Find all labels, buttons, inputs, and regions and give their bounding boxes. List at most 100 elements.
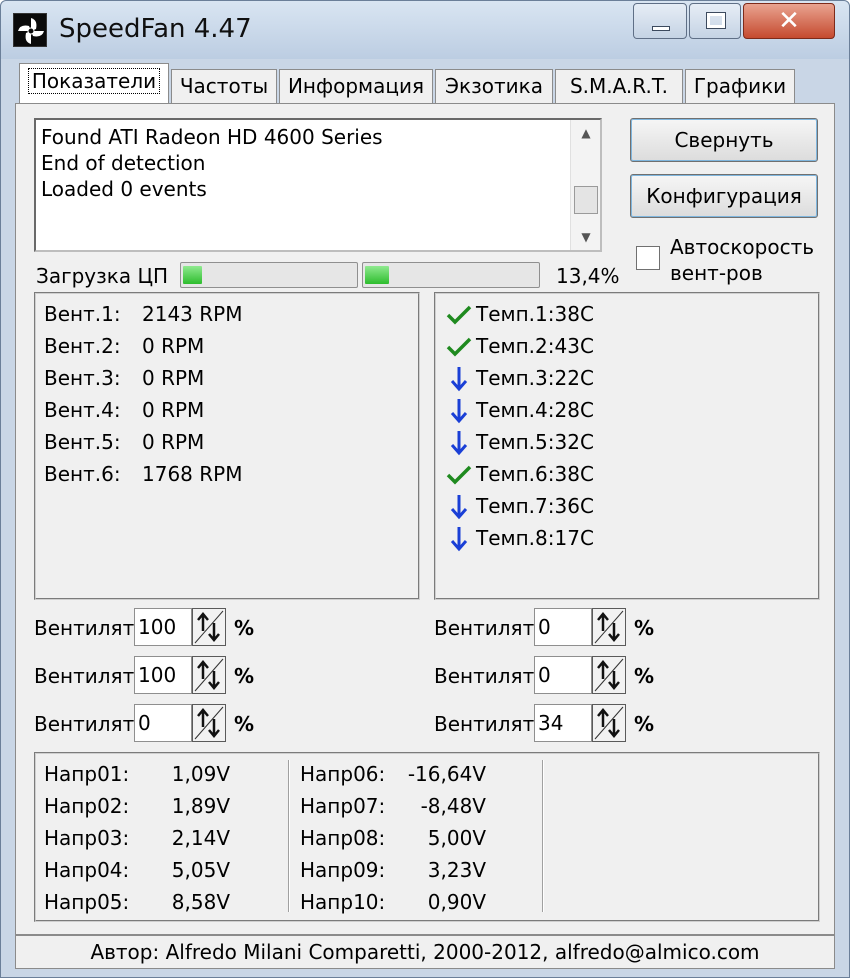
check-icon bbox=[444, 460, 474, 490]
fan-value: 1768 RPM bbox=[142, 462, 243, 486]
voltage-label: Напр06: bbox=[300, 762, 386, 786]
spin-updown-icon[interactable] bbox=[592, 656, 626, 694]
log-scrollbar[interactable]: ▲ ▼ bbox=[570, 120, 600, 250]
voltage-value: 1,89V bbox=[171, 794, 230, 818]
arrow-down-icon bbox=[444, 492, 474, 522]
arrow-down-icon bbox=[444, 428, 474, 458]
log-line: Found ATI Radeon HD 4600 Series bbox=[41, 125, 383, 149]
event-log[interactable]: Found ATI Radeon HD 4600 Series End of d… bbox=[34, 118, 602, 252]
minimize-button[interactable] bbox=[633, 3, 687, 39]
tab-readings[interactable]: Показатели bbox=[19, 63, 169, 105]
status-bar: Автор: Alfredo Milani Comparetti, 2000-2… bbox=[15, 935, 835, 969]
fan-label: Вент.1: bbox=[44, 302, 121, 326]
voltage-value: 8,58V bbox=[171, 890, 230, 914]
maximize-button[interactable] bbox=[689, 3, 741, 39]
cpu-usage-bar-1 bbox=[180, 262, 358, 288]
temp-value: Темп.8:17C bbox=[476, 526, 594, 550]
spin-updown-icon[interactable] bbox=[192, 656, 226, 694]
fan-speed-label: Вентилятор bbox=[34, 616, 134, 640]
maximize-icon bbox=[706, 12, 726, 29]
percent-sign: % bbox=[234, 664, 255, 688]
fan-value: 2143 RPM bbox=[142, 302, 243, 326]
voltage-label: Напр03: bbox=[44, 826, 130, 850]
cpu-usage-label: Загрузка ЦП bbox=[36, 264, 169, 288]
voltage-label: Напр05: bbox=[44, 890, 130, 914]
log-line: End of detection bbox=[41, 151, 206, 175]
spin-updown-icon[interactable] bbox=[592, 704, 626, 742]
title-bar[interactable]: SpeedFan 4.47 ✕ bbox=[1, 1, 849, 59]
fan-label: Вент.4: bbox=[44, 398, 121, 422]
voltage-value: 5,00V bbox=[427, 826, 486, 850]
fan-speed-label: Вентилятор bbox=[434, 664, 534, 688]
speedfan-app-icon bbox=[13, 13, 47, 47]
fan-label: Вент.6: bbox=[44, 462, 121, 486]
configure-button[interactable]: Конфигурация bbox=[630, 174, 818, 218]
fan-speed-label: Вентилятор bbox=[34, 664, 134, 688]
check-icon bbox=[444, 300, 474, 330]
fan-speed-label: Вентилятор bbox=[434, 616, 534, 640]
voltage-value: 5,05V bbox=[171, 858, 230, 882]
temp-value: Темп.5:32C bbox=[476, 430, 594, 454]
cpu-usage-bar-2-fill bbox=[365, 266, 389, 284]
percent-sign: % bbox=[634, 664, 655, 688]
fan-speed-input[interactable]: 100 bbox=[134, 608, 192, 646]
voltage-value: 0,90V bbox=[427, 890, 486, 914]
tab-smart[interactable]: S.M.A.R.T. bbox=[555, 69, 683, 103]
fan-speed-label: Вентилятор bbox=[434, 712, 534, 736]
temp-value: Темп.2:43C bbox=[476, 334, 594, 358]
minimize-icon bbox=[652, 26, 670, 31]
close-button[interactable]: ✕ bbox=[743, 3, 835, 39]
fan-label: Вент.3: bbox=[44, 366, 121, 390]
tab-charts[interactable]: Графики bbox=[685, 69, 795, 103]
scroll-thumb[interactable] bbox=[574, 186, 598, 214]
voltage-value: -8,48V bbox=[420, 794, 486, 818]
spin-updown-icon[interactable] bbox=[192, 608, 226, 646]
voltage-value: 2,14V bbox=[171, 826, 230, 850]
voltage-label: Напр01: bbox=[44, 762, 130, 786]
tab-strip: Показатели Частоты Информация Экзотика S… bbox=[15, 63, 835, 105]
arrow-down-icon bbox=[444, 396, 474, 426]
temp-value: Темп.7:36C bbox=[476, 494, 594, 518]
voltage-column-divider bbox=[542, 760, 544, 912]
fan-speed-label: Вентилятор bbox=[34, 712, 134, 736]
voltage-value: 3,23V bbox=[427, 858, 486, 882]
cpu-usage-bar-1-fill bbox=[183, 266, 202, 284]
spin-updown-icon[interactable] bbox=[192, 704, 226, 742]
temp-value: Темп.3:22C bbox=[476, 366, 594, 390]
scroll-up-arrow-icon[interactable]: ▲ bbox=[571, 120, 601, 146]
fan-speed-input[interactable]: 34 bbox=[534, 704, 592, 742]
fan-label: Вент.5: bbox=[44, 430, 121, 454]
tab-info[interactable]: Информация bbox=[279, 69, 433, 103]
tab-exotics[interactable]: Экзотика bbox=[435, 69, 553, 103]
fan-speed-input[interactable]: 0 bbox=[134, 704, 192, 742]
fan-label: Вент.2: bbox=[44, 334, 121, 358]
temperatures-box: Темп.1:38C Темп.2:43C Темп.3:22C Темп.4:… bbox=[434, 292, 820, 600]
auto-speed-checkbox[interactable] bbox=[636, 246, 660, 270]
cpu-usage-bar-2 bbox=[362, 262, 540, 288]
speedfan-window: SpeedFan 4.47 ✕ Показатели Частоты Инфор… bbox=[0, 0, 850, 978]
voltage-label: Напр07: bbox=[300, 794, 386, 818]
fan-value: 0 RPM bbox=[142, 398, 205, 422]
fan-speed-input[interactable]: 0 bbox=[534, 656, 592, 694]
percent-sign: % bbox=[634, 712, 655, 736]
percent-sign: % bbox=[234, 616, 255, 640]
log-line: Loaded 0 events bbox=[41, 177, 207, 201]
voltage-value: 1,09V bbox=[171, 762, 230, 786]
fan-speed-input[interactable]: 0 bbox=[534, 608, 592, 646]
fan-speed-input[interactable]: 100 bbox=[134, 656, 192, 694]
spin-updown-icon[interactable] bbox=[592, 608, 626, 646]
voltage-label: Напр02: bbox=[44, 794, 130, 818]
check-icon bbox=[444, 332, 474, 362]
close-icon: ✕ bbox=[778, 6, 800, 36]
voltage-label: Напр09: bbox=[300, 858, 386, 882]
fan-value: 0 RPM bbox=[142, 334, 205, 358]
voltage-column-divider bbox=[288, 760, 290, 912]
fan-value: 0 RPM bbox=[142, 366, 205, 390]
arrow-down-icon bbox=[444, 364, 474, 394]
scroll-down-arrow-icon[interactable]: ▼ bbox=[571, 224, 601, 250]
voltage-label: Напр08: bbox=[300, 826, 386, 850]
temp-value: Темп.6:38C bbox=[476, 462, 594, 486]
voltage-label: Напр04: bbox=[44, 858, 130, 882]
collapse-button[interactable]: Свернуть bbox=[630, 118, 818, 162]
tab-clock[interactable]: Частоты bbox=[171, 69, 277, 103]
